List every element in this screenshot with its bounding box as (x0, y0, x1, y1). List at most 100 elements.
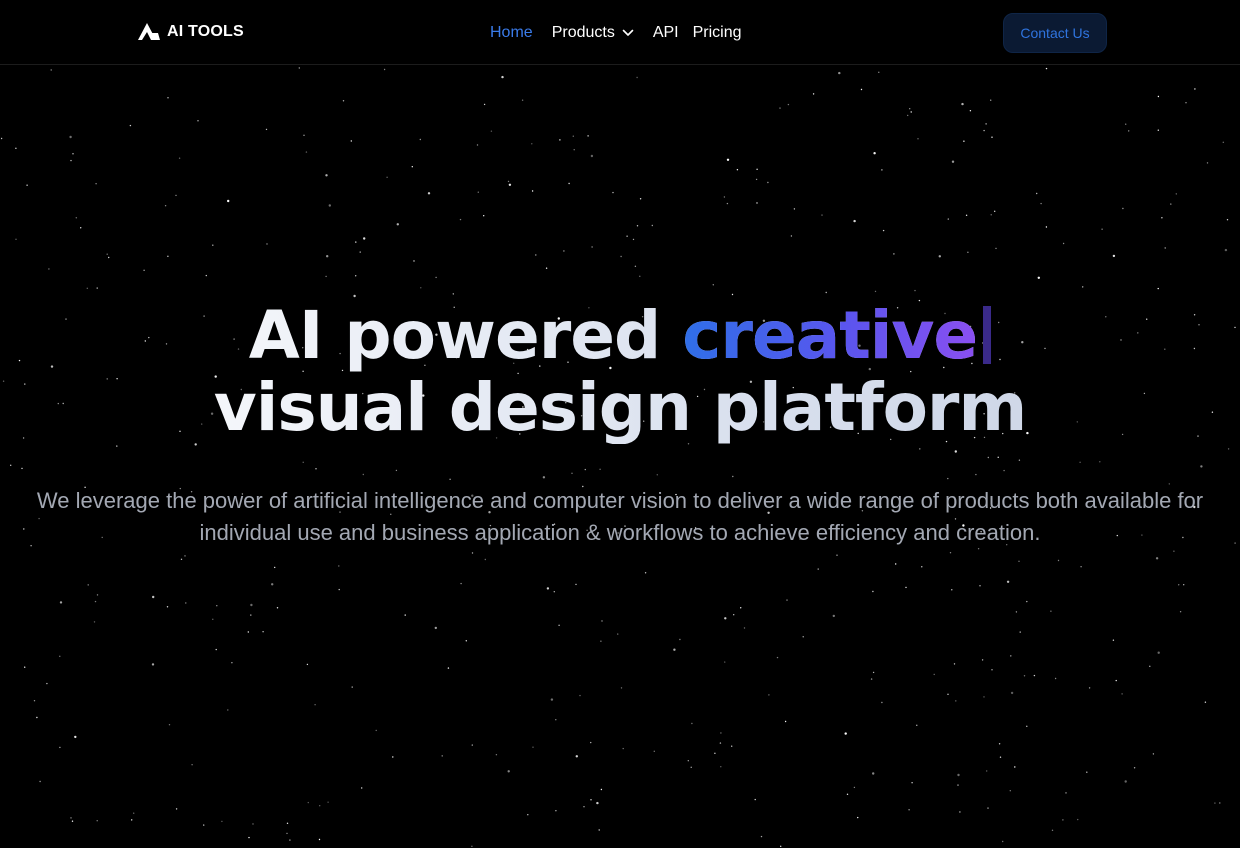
star (143, 269, 145, 271)
star (726, 202, 729, 205)
nav-products[interactable]: Products (552, 24, 634, 42)
star (215, 648, 217, 651)
star (882, 229, 885, 232)
star (507, 770, 510, 773)
star (714, 752, 716, 754)
star (59, 655, 61, 657)
star (1234, 542, 1236, 544)
contact-us-button[interactable]: Contact Us (1003, 13, 1107, 53)
nav-products-label: Products (551, 24, 615, 41)
star (1219, 802, 1221, 804)
star (298, 67, 300, 69)
star (983, 696, 985, 698)
star (197, 120, 199, 122)
star (131, 819, 133, 821)
star (720, 732, 722, 734)
star (1015, 611, 1018, 613)
star (531, 143, 533, 145)
star (563, 250, 565, 252)
star (205, 274, 207, 277)
star (286, 822, 289, 824)
star (1099, 461, 1101, 463)
hero-title-line-2: visual design platform (0, 372, 1240, 444)
star (490, 130, 493, 132)
star (687, 760, 689, 762)
star (690, 766, 692, 768)
star (743, 627, 746, 629)
star (531, 190, 534, 192)
star (991, 669, 993, 671)
star (951, 589, 953, 591)
star (981, 659, 984, 661)
nav-home[interactable]: Home (490, 24, 533, 42)
star (963, 140, 965, 142)
star (1045, 67, 1048, 70)
star (1206, 162, 1209, 164)
brand-logo[interactable]: AI TOOLS (138, 21, 244, 43)
star (1079, 461, 1081, 463)
star (812, 93, 815, 95)
hero-title-line-1: AI powered creative (0, 300, 1240, 372)
star (846, 793, 849, 795)
star (802, 636, 804, 638)
star (361, 787, 363, 789)
star (844, 732, 847, 735)
star (69, 135, 72, 139)
star (413, 260, 415, 262)
nav-api[interactable]: API (653, 24, 679, 42)
star (756, 202, 758, 204)
star (1010, 655, 1012, 657)
star (106, 253, 108, 255)
star (870, 678, 873, 680)
star (1157, 95, 1160, 98)
star (612, 191, 614, 194)
nav-pricing[interactable]: Pricing (693, 24, 742, 42)
star (15, 238, 17, 240)
star (975, 473, 977, 476)
star (821, 214, 823, 216)
star (760, 835, 763, 838)
star (860, 88, 863, 91)
star (986, 770, 988, 772)
star (555, 810, 557, 812)
star (651, 224, 653, 227)
star (94, 600, 97, 603)
star (221, 820, 223, 823)
star (991, 136, 993, 138)
star (731, 745, 733, 747)
star (0, 137, 3, 140)
star (276, 607, 279, 609)
star (338, 588, 340, 591)
star (1226, 219, 1229, 221)
star (459, 218, 462, 221)
star (1152, 753, 1155, 755)
star (961, 102, 964, 106)
hero-subtitle: We leverage the power of artificial inte… (36, 488, 1204, 545)
star (542, 476, 546, 479)
star (636, 225, 639, 227)
star (80, 227, 82, 229)
star (46, 682, 48, 685)
star (784, 720, 787, 723)
star (86, 287, 89, 289)
star (227, 709, 229, 711)
star (874, 290, 877, 293)
star (262, 631, 264, 633)
star (471, 552, 474, 554)
star (252, 823, 254, 825)
star (87, 584, 89, 586)
star (599, 468, 601, 470)
star (1082, 286, 1084, 288)
star (1175, 193, 1178, 195)
star (568, 182, 570, 185)
star (639, 198, 642, 200)
star (590, 154, 594, 158)
star (1224, 248, 1228, 252)
star (1179, 611, 1182, 613)
star (917, 138, 919, 140)
star (787, 103, 790, 106)
star (558, 624, 560, 626)
star (508, 183, 512, 186)
star (780, 845, 782, 847)
star (350, 140, 352, 142)
